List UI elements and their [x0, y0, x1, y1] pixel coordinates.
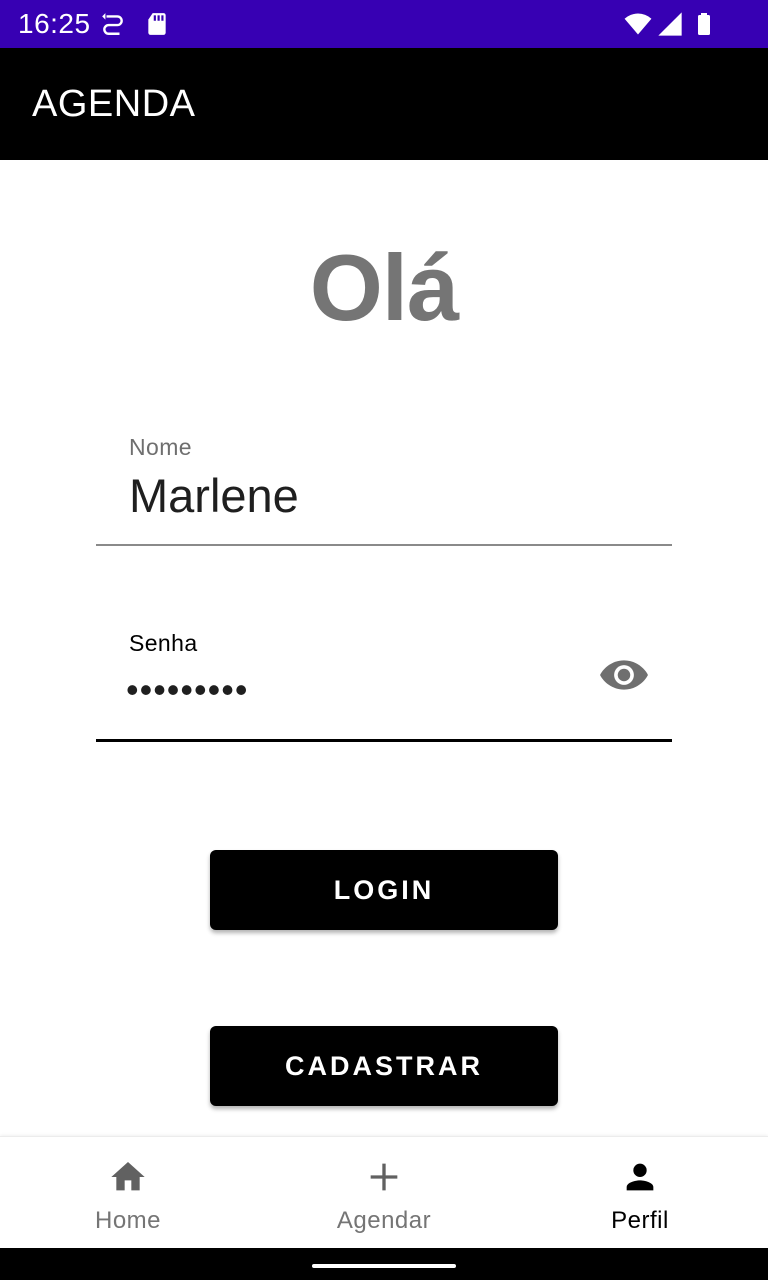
senha-field[interactable]: Senha •••••••••	[96, 618, 672, 742]
person-icon	[620, 1157, 660, 1197]
eye-icon[interactable]	[599, 654, 649, 696]
nav-label-home: Home	[94, 1207, 162, 1234]
sync-icon	[100, 10, 126, 38]
app-bar: AGENDA	[0, 48, 768, 160]
nav-item-agendar[interactable]: Agendar	[256, 1137, 512, 1249]
status-time: 16:25	[18, 8, 91, 39]
battery-icon	[692, 10, 716, 38]
nav-item-perfil[interactable]: Perfil	[512, 1137, 768, 1249]
senha-input[interactable]: •••••••••	[126, 668, 248, 712]
cell-signal-icon	[656, 10, 684, 38]
sd-card-icon	[144, 10, 170, 38]
app-title: AGENDA	[32, 83, 196, 125]
wifi-icon	[622, 10, 654, 38]
login-button[interactable]: LOGIN	[210, 850, 558, 930]
home-gesture-handle[interactable]	[312, 1264, 456, 1268]
system-navigation-bar	[0, 1248, 768, 1280]
nome-label: Nome	[129, 434, 192, 460]
nav-label-agendar: Agendar	[336, 1207, 432, 1234]
senha-label: Senha	[129, 630, 198, 656]
nome-input[interactable]: Marlene	[129, 470, 299, 522]
nav-label-perfil: Perfil	[611, 1207, 669, 1234]
home-icon	[108, 1157, 148, 1197]
greeting-heading: Olá	[309, 235, 460, 340]
nome-field[interactable]: Nome Marlene	[96, 420, 672, 546]
status-bar: 16:25	[0, 0, 768, 48]
cadastrar-button[interactable]: CADASTRAR	[210, 1026, 558, 1106]
nav-item-home[interactable]: Home	[0, 1137, 256, 1249]
bottom-navigation: Home Agendar Perfil	[0, 1136, 768, 1248]
plus-icon	[364, 1157, 404, 1197]
